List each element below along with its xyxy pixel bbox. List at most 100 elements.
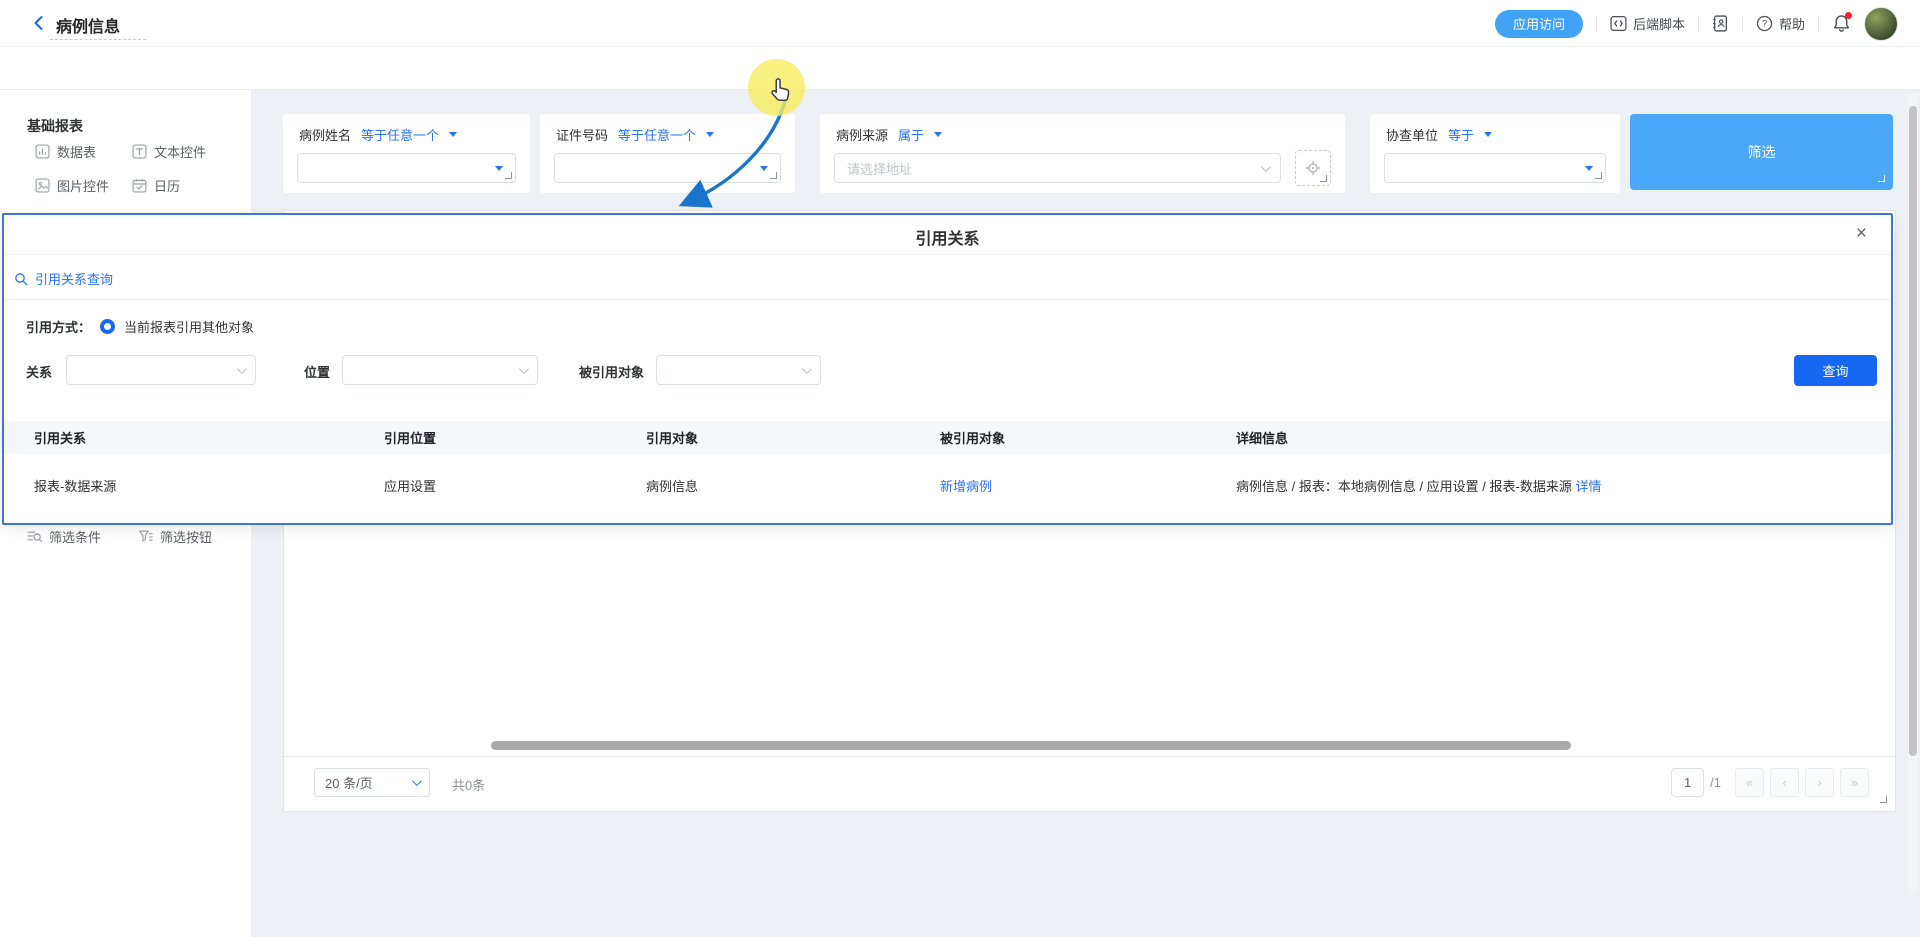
position-label: 位置 bbox=[304, 362, 330, 381]
chevron-down-icon bbox=[412, 776, 422, 786]
filter-card-id-number: 证件号码 等于任意一个 bbox=[540, 114, 795, 193]
relation-select[interactable] bbox=[66, 355, 256, 385]
page-count-label: /1 bbox=[1710, 775, 1721, 790]
resize-corner[interactable] bbox=[1595, 172, 1602, 179]
filter-value-select[interactable] bbox=[554, 153, 781, 183]
help-button[interactable]: ? 帮助 bbox=[1756, 14, 1805, 33]
caret-down-icon bbox=[449, 132, 457, 137]
detail-link[interactable]: 详情 bbox=[1575, 479, 1601, 494]
filter-card-head: 证件号码 等于任意一个 bbox=[556, 125, 714, 144]
sidebar-widget-filter-condition[interactable]: 筛选条件 bbox=[27, 527, 101, 546]
page-title: 病例信息 bbox=[56, 13, 120, 37]
caret-down-icon bbox=[760, 166, 768, 171]
resize-corner[interactable] bbox=[1878, 175, 1885, 182]
sidebar-widget-image[interactable]: 图片控件 bbox=[35, 176, 109, 195]
column-header: 详细信息 bbox=[1236, 428, 1891, 447]
calendar-icon bbox=[132, 178, 147, 193]
pager: 1 /1 « ‹ › » bbox=[1671, 768, 1869, 797]
notification-bell-icon[interactable] bbox=[1832, 14, 1851, 33]
sidebar-widget-label: 筛选条件 bbox=[49, 527, 101, 546]
filter-card-case-source: 病例来源 属于 请选择地址 bbox=[820, 114, 1345, 193]
filter-card-case-name: 病例姓名 等于任意一个 bbox=[283, 114, 530, 193]
sidebar-widget-data-table[interactable]: 数据表 bbox=[35, 142, 96, 161]
filter-value-select[interactable] bbox=[1384, 153, 1606, 183]
filter-submit-button[interactable]: 筛选 bbox=[1630, 114, 1893, 190]
address-select[interactable]: 请选择地址 bbox=[834, 153, 1281, 183]
next-page-button[interactable]: › bbox=[1805, 768, 1834, 797]
crosshair-icon bbox=[1305, 160, 1321, 176]
avatar[interactable] bbox=[1864, 7, 1898, 41]
cell-referenced-link[interactable]: 新增病例 bbox=[940, 476, 1236, 495]
resize-corner[interactable] bbox=[1880, 796, 1887, 803]
page-size-select[interactable]: 20 条/页 bbox=[314, 768, 430, 797]
chart-table-icon bbox=[35, 144, 50, 159]
image-widget-icon bbox=[35, 178, 50, 193]
help-label: 帮助 bbox=[1779, 14, 1805, 33]
svg-text:?: ? bbox=[1762, 19, 1767, 29]
back-icon[interactable] bbox=[30, 14, 48, 32]
referenced-object-label: 被引用对象 bbox=[579, 362, 644, 381]
sidebar-widget-filter-button[interactable]: 筛选按钮 bbox=[138, 527, 212, 546]
column-header: 被引用对象 bbox=[940, 428, 1236, 447]
modal-title: 引用关系 bbox=[4, 225, 1891, 249]
caret-down-icon bbox=[1585, 166, 1593, 171]
designer-toolbar bbox=[0, 47, 1920, 90]
members-icon[interactable] bbox=[1712, 15, 1729, 32]
query-button[interactable]: 查询 bbox=[1794, 355, 1877, 386]
filter-card-head: 病例来源 属于 bbox=[836, 125, 942, 144]
table-row: 报表-数据来源 应用设置 病例信息 新增病例 病例信息 / 报表：本地病例信息 … bbox=[4, 454, 1891, 516]
filter-field-label: 病例姓名 bbox=[299, 125, 351, 144]
filter-operator-dropdown[interactable]: 属于 bbox=[898, 125, 924, 144]
modal-header: 引用关系 × bbox=[4, 215, 1891, 255]
resize-corner[interactable] bbox=[505, 172, 512, 179]
backend-script-button[interactable]: 后端脚本 bbox=[1610, 14, 1685, 33]
caret-down-icon bbox=[1484, 132, 1492, 137]
sidebar-widget-calendar[interactable]: 日历 bbox=[132, 176, 180, 195]
position-select[interactable] bbox=[342, 355, 538, 385]
filter-operator-dropdown[interactable]: 等于 bbox=[1448, 125, 1474, 144]
pick-location-button[interactable] bbox=[1295, 150, 1331, 186]
divider bbox=[284, 756, 1895, 757]
radio-selected-icon[interactable] bbox=[100, 319, 115, 334]
resize-corner[interactable] bbox=[1320, 175, 1327, 182]
chevron-down-icon bbox=[237, 364, 247, 374]
page-number-input[interactable]: 1 bbox=[1671, 768, 1704, 797]
column-header: 引用关系 bbox=[34, 428, 384, 447]
filter-card-head: 病例姓名 等于任意一个 bbox=[299, 125, 457, 144]
backend-script-label: 后端脚本 bbox=[1633, 14, 1685, 33]
divider bbox=[4, 299, 1891, 300]
filter-field-label: 证件号码 bbox=[556, 125, 608, 144]
sidebar-widget-label: 筛选按钮 bbox=[160, 527, 212, 546]
caret-down-icon bbox=[934, 132, 942, 137]
filter-card-head: 协查单位 等于 bbox=[1386, 125, 1492, 144]
last-page-button[interactable]: » bbox=[1840, 768, 1869, 797]
prev-page-button[interactable]: ‹ bbox=[1770, 768, 1799, 797]
cell-position: 应用设置 bbox=[384, 476, 646, 495]
first-page-button[interactable]: « bbox=[1735, 768, 1764, 797]
chevron-down-icon bbox=[1261, 162, 1271, 172]
report-designer-screen: 病例信息 应用访问 后端脚本 ? 帮助 bbox=[0, 0, 1920, 937]
horizontal-scrollbar[interactable] bbox=[491, 741, 1571, 750]
filter-value-select[interactable] bbox=[297, 153, 516, 183]
vertical-scrollbar[interactable] bbox=[1909, 106, 1917, 756]
page-size-value: 20 条/页 bbox=[325, 773, 373, 792]
filter-field-label: 协查单位 bbox=[1386, 125, 1438, 144]
app-access-button[interactable]: 应用访问 bbox=[1495, 10, 1583, 38]
sidebar-widget-label: 图片控件 bbox=[57, 176, 109, 195]
resize-corner[interactable] bbox=[770, 172, 777, 179]
caret-down-icon bbox=[495, 166, 503, 171]
caret-down-icon bbox=[706, 132, 714, 137]
filter-operator-dropdown[interactable]: 等于任意一个 bbox=[361, 125, 439, 144]
table-header-row: 引用关系 引用位置 引用对象 被引用对象 详细信息 bbox=[4, 421, 1891, 454]
sidebar-widget-label: 数据表 bbox=[57, 142, 96, 161]
filter-field-label: 病例来源 bbox=[836, 125, 888, 144]
chevron-down-icon bbox=[802, 364, 812, 374]
filter-operator-dropdown[interactable]: 等于任意一个 bbox=[618, 125, 696, 144]
reference-search-label: 引用关系查询 bbox=[35, 269, 113, 288]
referenced-object-select[interactable] bbox=[656, 355, 821, 385]
close-icon[interactable]: × bbox=[1856, 223, 1867, 245]
divider bbox=[1698, 17, 1699, 31]
sidebar-widget-text[interactable]: 文本控件 bbox=[132, 142, 206, 161]
divider bbox=[1818, 17, 1819, 31]
reference-search-link[interactable]: 引用关系查询 bbox=[14, 269, 113, 288]
